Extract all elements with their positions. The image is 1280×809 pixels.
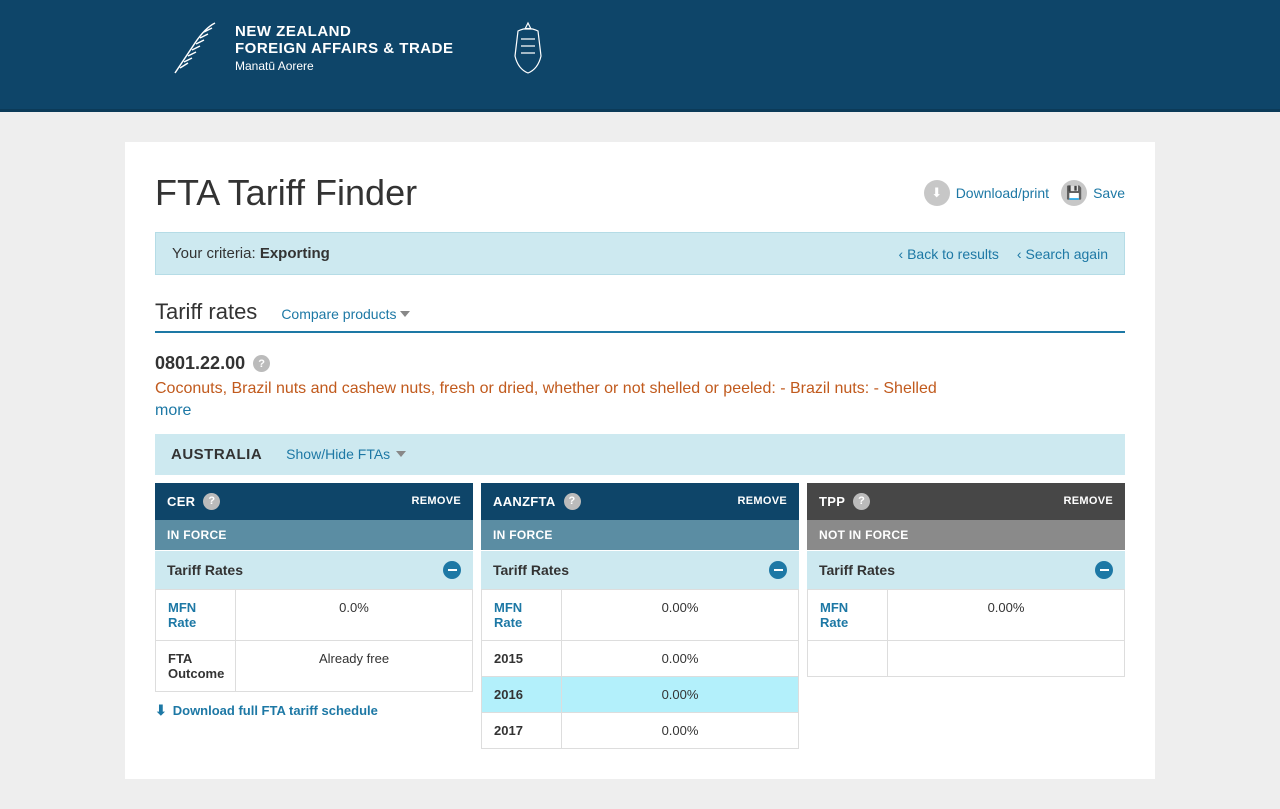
mfn-rate-label[interactable]: MFN Rate: [156, 590, 236, 640]
year-label: 2017: [482, 713, 562, 748]
collapse-icon[interactable]: [769, 561, 787, 579]
fta-name: AANZFTA: [493, 494, 556, 509]
save-button[interactable]: 💾 Save: [1061, 180, 1125, 206]
chevron-down-icon: [396, 451, 406, 457]
mfn-rate-value: 0.00%: [888, 590, 1124, 640]
page-title: FTA Tariff Finder: [155, 172, 417, 214]
help-icon[interactable]: ?: [253, 355, 270, 372]
status-badge: NOT IN FORCE: [807, 520, 1125, 550]
criteria-value: Exporting: [260, 245, 330, 262]
compare-products-dropdown[interactable]: Compare products: [281, 306, 410, 322]
fta-outcome-value: Already free: [236, 641, 472, 691]
section-tariff-rates: Tariff rates: [155, 299, 257, 325]
year-label: 2015: [482, 641, 562, 676]
fta-column-aanzfta: AANZFTA ? REMOVE IN FORCE Tariff Rates M…: [481, 483, 799, 749]
product-code: 0801.22.00 ?: [155, 353, 270, 374]
collapse-icon[interactable]: [1095, 561, 1113, 579]
more-link[interactable]: more: [155, 402, 191, 420]
status-badge: IN FORCE: [481, 520, 799, 550]
mfn-rate-value: 0.0%: [236, 590, 472, 640]
product-description: Coconuts, Brazil nuts and cashew nuts, f…: [155, 378, 1125, 400]
help-icon[interactable]: ?: [564, 493, 581, 510]
chevron-down-icon: [400, 311, 410, 317]
download-label: Download/print: [956, 185, 1049, 201]
fta-name: CER: [167, 494, 195, 509]
save-label: Save: [1093, 185, 1125, 201]
download-schedule-link[interactable]: ⬇ Download full FTA tariff schedule: [155, 702, 473, 719]
save-icon: 💾: [1061, 180, 1087, 206]
crest-icon: [503, 21, 553, 76]
mfn-rate-value: 0.00%: [562, 590, 798, 640]
year-value: 0.00%: [562, 713, 798, 748]
download-icon: ⬇: [155, 702, 167, 719]
logo-nzfat[interactable]: NEW ZEALAND FOREIGN AFFAIRS & TRADE Mana…: [170, 18, 453, 78]
fta-name: TPP: [819, 494, 845, 509]
remove-button[interactable]: REMOVE: [738, 495, 787, 507]
mfn-rate-label[interactable]: MFN Rate: [482, 590, 562, 640]
back-to-results-link[interactable]: ‹ Back to results: [899, 246, 999, 262]
help-icon[interactable]: ?: [853, 493, 870, 510]
empty-cell: [888, 641, 1124, 676]
criteria-bar: Your criteria: Exporting ‹ Back to resul…: [155, 232, 1125, 275]
mfn-rate-label[interactable]: MFN Rate: [808, 590, 888, 640]
fta-outcome-label: FTA Outcome: [156, 641, 236, 691]
year-label: 2016: [482, 677, 562, 712]
tariff-rates-label: Tariff Rates: [167, 562, 243, 578]
org-name-line2: FOREIGN AFFAIRS & TRADE: [235, 40, 453, 57]
help-icon[interactable]: ?: [203, 493, 220, 510]
status-badge: IN FORCE: [155, 520, 473, 550]
show-hide-ftas-dropdown[interactable]: Show/Hide FTAs: [286, 446, 406, 462]
fern-icon: [170, 18, 220, 78]
country-bar: AUSTRALIA Show/Hide FTAs: [155, 434, 1125, 475]
year-value: 0.00%: [562, 677, 798, 712]
remove-button[interactable]: REMOVE: [1064, 495, 1113, 507]
org-name-line1: NEW ZEALAND: [235, 23, 453, 40]
download-icon: ⬇: [924, 180, 950, 206]
country-name: AUSTRALIA: [171, 446, 262, 463]
tariff-rates-label: Tariff Rates: [493, 562, 569, 578]
site-header: NEW ZEALAND FOREIGN AFFAIRS & TRADE Mana…: [0, 0, 1280, 112]
tariff-rates-label: Tariff Rates: [819, 562, 895, 578]
remove-button[interactable]: REMOVE: [412, 495, 461, 507]
collapse-icon[interactable]: [443, 561, 461, 579]
fta-column-tpp: TPP ? REMOVE NOT IN FORCE Tariff Rates M…: [807, 483, 1125, 749]
main-content: FTA Tariff Finder ⬇ Download/print 💾 Sav…: [125, 142, 1155, 779]
year-value: 0.00%: [562, 641, 798, 676]
fta-column-cer: CER ? REMOVE IN FORCE Tariff Rates MFN R…: [155, 483, 473, 749]
criteria-label: Your criteria:: [172, 245, 260, 262]
org-name-line3: Manatū Aorere: [235, 59, 453, 73]
empty-cell: [808, 641, 888, 676]
search-again-link[interactable]: ‹ Search again: [1017, 246, 1108, 262]
download-print-button[interactable]: ⬇ Download/print: [924, 180, 1049, 206]
